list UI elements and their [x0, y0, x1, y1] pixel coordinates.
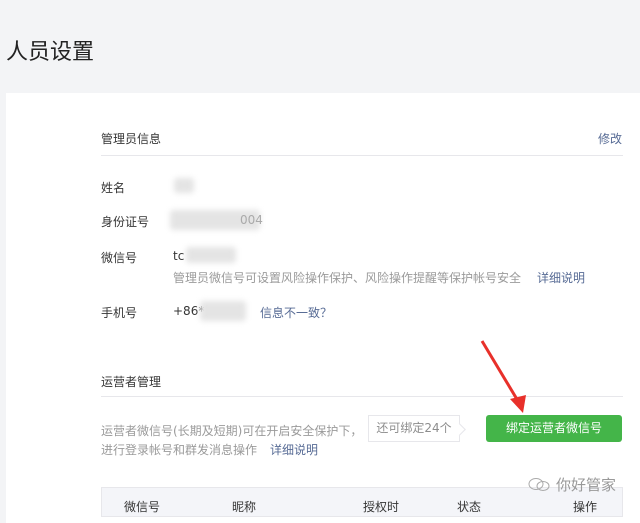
masked-name: [174, 178, 194, 193]
watermark-text: 你好管家: [556, 476, 617, 494]
wechat-detail-link[interactable]: 详细说明: [537, 269, 585, 286]
masked-phone: [200, 301, 246, 321]
page-title: 人员设置: [6, 40, 95, 65]
masked-wechat: [186, 247, 236, 263]
column-header-actions: 操作: [573, 500, 598, 514]
phone-label: 手机号: [101, 306, 138, 320]
divider: [101, 396, 623, 397]
column-header-status: 状态: [457, 500, 482, 514]
wechat-note: 管理员微信号可设置风险操作保护、风险操作提醒等保护帐号安全: [173, 271, 522, 285]
wechat-value: tc: [173, 249, 185, 263]
red-arrow-annotation: [480, 340, 526, 413]
edit-admin-link[interactable]: 修改: [598, 130, 622, 147]
operators-desc-line2: 进行登录帐号和群发消息操作: [101, 443, 258, 457]
operators-detail-link[interactable]: 详细说明: [270, 441, 318, 458]
column-header-auth-time: 授权时: [363, 500, 400, 514]
wechat-label: 微信号: [101, 251, 138, 265]
column-header-nickname: 昵称: [232, 500, 257, 514]
name-label: 姓名: [101, 181, 126, 195]
operators-section-title: 运营者管理: [101, 375, 162, 389]
column-header-wechat: 微信号: [124, 500, 161, 514]
operators-desc-line1: 运营者微信号(长期及短期)可在开启安全保护下，: [101, 424, 363, 438]
phone-mismatch-link[interactable]: 信息不一致？: [260, 304, 332, 321]
wechat-logo-icon: [528, 476, 550, 495]
id-label: 身份证号: [101, 215, 150, 229]
id-value-tail: 004: [240, 213, 263, 227]
remaining-bind-tag: 还可绑定24个: [368, 415, 460, 442]
divider: [101, 155, 623, 156]
admin-section-title: 管理员信息: [101, 132, 162, 146]
